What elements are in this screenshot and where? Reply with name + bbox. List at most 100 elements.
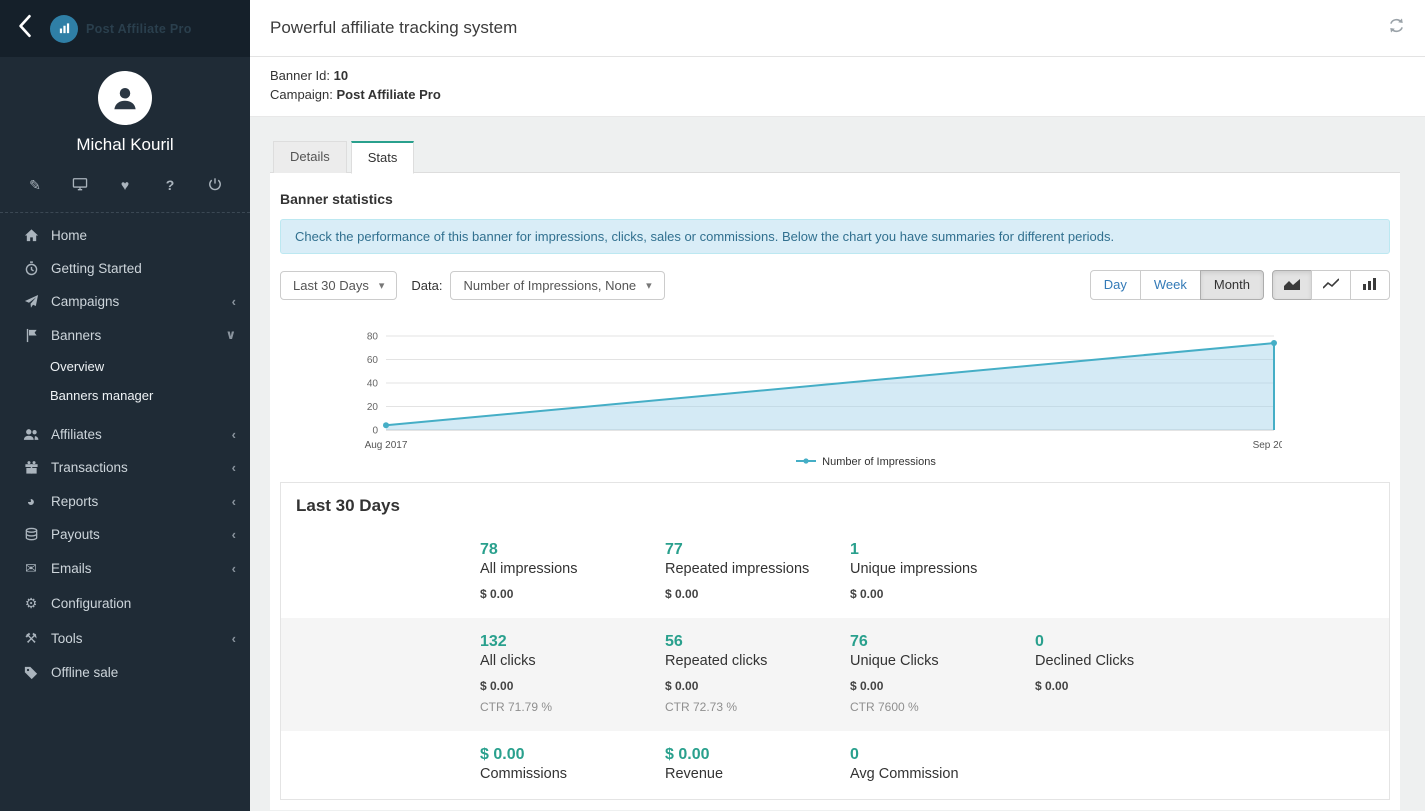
stat-money: $ 0.00 [850,587,1035,601]
campaign-label: Campaign: [270,87,333,102]
svg-text:80: 80 [367,332,379,343]
stat-label: Declined Clicks [1035,653,1220,669]
sidebar-item-reports[interactable]: ◕ Reports ‹ [0,484,250,518]
sidebar-header: Post Affiliate Pro [0,0,250,57]
edit-pencil-icon[interactable]: ✎ [26,177,44,194]
pie-chart-icon: ◕ [20,493,42,509]
refresh-icon [1388,17,1405,39]
back-button[interactable] [0,0,50,57]
bar-chart-type-button[interactable] [1350,270,1390,300]
gift-icon [20,460,42,475]
sidebar-item-label: Configuration [51,596,236,611]
banner-id-label: Banner Id: [270,68,330,83]
summary-row-impressions: 78 All impressions $ 0.00 77 Repeated im… [281,526,1389,618]
stat-label: Repeated impressions [665,561,850,577]
sidebar-item-getting-started[interactable]: Getting Started [0,252,250,285]
monitor-icon[interactable] [71,177,89,194]
sidebar-menu: Home Getting Started Campaigns ‹ Banners… [0,219,250,689]
svg-text:40: 40 [367,379,379,390]
sidebar-item-label: Banners [51,328,225,343]
banner-id-value: 10 [334,68,348,83]
sidebar-item-label: Affiliates [51,427,232,442]
sidebar-subitem-banners-manager[interactable]: Banners manager [0,381,250,410]
tab-stats[interactable]: Stats [351,141,415,174]
area-chart-type-button[interactable] [1272,270,1312,300]
page-title: Powerful affiliate tracking system [270,18,517,38]
chevron-left-icon: ‹ [232,460,236,475]
sidebar-item-label: Home [51,228,236,243]
sidebar-subitem-overview[interactable]: Overview [0,352,250,381]
home-icon [20,228,42,243]
stat-ctr: CTR 71.79 % [480,700,665,714]
sidebar: Post Affiliate Pro Michal Kouril ✎ ♥ ? [0,0,250,811]
stat-cell: 1 Unique impressions $ 0.00 [850,541,1035,601]
sidebar-item-banners[interactable]: Banners ∨ [0,318,250,352]
sidebar-item-label: Tools [51,631,232,646]
app-logo[interactable]: Post Affiliate Pro [50,15,192,43]
quick-actions: ✎ ♥ ? [0,155,250,194]
chart-type-button-group [1272,270,1390,300]
stat-value: 0 [850,746,1035,764]
heartbeat-icon[interactable]: ♥ [116,177,134,194]
stat-label: Unique impressions [850,561,1035,577]
stat-cell: $ 0.00 Revenue [665,746,850,782]
day-button[interactable]: Day [1090,270,1141,300]
tab-bar: Details Stats [270,141,1400,173]
stat-money: $ 0.00 [665,679,850,693]
line-chart-type-button[interactable] [1311,270,1351,300]
refresh-button[interactable] [1388,17,1405,39]
svg-text:20: 20 [367,402,379,413]
chevron-left-back-icon [17,13,33,44]
sidebar-item-offline-sale[interactable]: Offline sale [0,656,250,689]
sidebar-item-tools[interactable]: ⚒ Tools ‹ [0,621,250,656]
stat-label: Commissions [480,766,665,782]
svg-text:Aug 2017: Aug 2017 [365,440,408,451]
sidebar-item-home[interactable]: Home [0,219,250,252]
banners-submenu: Overview Banners manager [0,352,250,418]
legend-line-marker-icon [796,456,816,468]
stat-cell: 0 Declined Clicks $ 0.00 [1035,633,1220,714]
sidebar-item-affiliates[interactable]: Affiliates ‹ [0,418,250,451]
logo-wordmark: Post Affiliate Pro [86,22,192,36]
stat-value: $ 0.00 [665,746,850,764]
tab-details[interactable]: Details [273,141,347,173]
stats-panel: Banner statistics Check the performance … [270,172,1400,810]
stat-ctr: CTR 7600 % [850,700,1035,714]
month-button[interactable]: Month [1200,270,1264,300]
stat-value: 78 [480,541,665,559]
logo-icon [50,15,78,43]
chevron-down-icon: ∨ [225,327,236,343]
impressions-area-chart: 020406080Aug 2017Sep 2017 [342,326,1282,454]
summary-row-clicks: 132 All clicks $ 0.00 CTR 71.79 % 56 Rep… [281,618,1389,731]
help-question-icon[interactable]: ? [161,177,179,194]
stat-money: $ 0.00 [665,587,850,601]
data-dropdown[interactable]: Number of Impressions, None ▾ [450,271,664,300]
tag-icon [20,666,42,680]
chevron-left-icon: ‹ [232,561,236,576]
svg-text:Sep 2017: Sep 2017 [1253,440,1282,451]
sidebar-item-payouts[interactable]: Payouts ‹ [0,518,250,551]
sidebar-item-configuration[interactable]: ⚙ Configuration [0,586,250,621]
stat-cell: 0 Avg Commission [850,746,1035,782]
caret-down-icon: ▾ [646,279,652,292]
stat-value: 0 [1035,633,1220,651]
sidebar-item-campaigns[interactable]: Campaigns ‹ [0,285,250,318]
user-name: Michal Kouril [0,135,250,155]
data-label: Data: [411,278,442,293]
envelope-icon: ✉ [20,560,42,577]
avatar[interactable] [98,71,152,125]
period-dropdown[interactable]: Last 30 Days ▾ [280,271,397,300]
power-logout-icon[interactable] [206,177,224,194]
stat-cell: 76 Unique Clicks $ 0.00 CTR 7600 % [850,633,1035,714]
range-button-group: Day Week Month [1090,270,1264,300]
sidebar-item-label: Emails [51,561,232,576]
sidebar-item-emails[interactable]: ✉ Emails ‹ [0,551,250,586]
chevron-left-icon: ‹ [232,527,236,542]
sidebar-item-transactions[interactable]: Transactions ‹ [0,451,250,484]
week-button[interactable]: Week [1140,270,1201,300]
main-area: Powerful affiliate tracking system Banne… [250,0,1425,811]
line-chart-icon [1323,278,1339,294]
stat-label: All impressions [480,561,665,577]
stat-money: $ 0.00 [1035,679,1220,693]
chart-controls: Last 30 Days ▾ Data: Number of Impressio… [280,270,1390,300]
